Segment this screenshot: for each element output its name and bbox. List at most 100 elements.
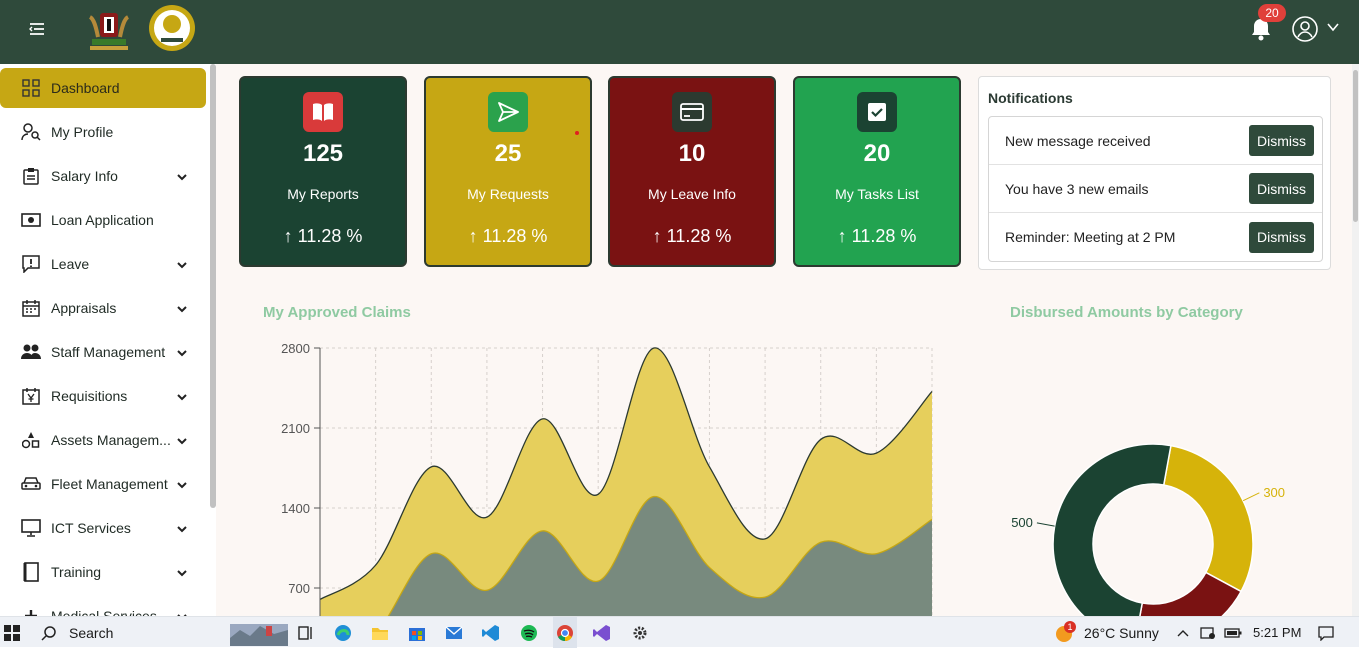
sidebar-item-appraisals[interactable]: Appraisals <box>0 288 206 328</box>
sidebar-item-requisitions[interactable]: Requisitions <box>0 376 206 416</box>
user-search-icon <box>21 122 41 142</box>
yen-calendar-icon <box>21 386 41 406</box>
notification-count-badge: 20 <box>1258 4 1286 22</box>
sidebar-item-label: Medical Services <box>51 608 157 616</box>
user-avatar-icon[interactable] <box>1292 16 1318 42</box>
task-view-icon[interactable] <box>296 617 316 648</box>
stat-card-value: 20 <box>863 140 891 167</box>
sidebar-item-my-profile[interactable]: My Profile <box>0 112 206 152</box>
donut-label-leader <box>1036 522 1055 527</box>
sidebar-item-staff-management[interactable]: Staff Management <box>0 332 206 372</box>
notification-item: You have 3 new emails Dismiss <box>989 165 1322 213</box>
sidebar-item-salary-info[interactable]: Salary Info <box>0 156 206 196</box>
sidebar-item-label: Loan Application <box>51 212 154 228</box>
stat-card-label: My Leave Info <box>648 186 736 202</box>
grid-icon <box>21 78 41 98</box>
chrome-icon[interactable] <box>553 617 577 648</box>
edge-browser-icon[interactable] <box>332 617 354 648</box>
search-highlight-image-icon[interactable] <box>230 617 288 648</box>
chevron-down-icon[interactable] <box>176 434 188 446</box>
stat-card-my-requests[interactable]: 25 My Requests ↑ 11.28 % <box>424 76 592 267</box>
donut-slice-300 <box>1162 444 1254 593</box>
send-icon <box>488 92 528 132</box>
mail-icon[interactable] <box>443 617 465 648</box>
notifications-list: New message received Dismiss You have 3 ne… <box>988 116 1323 262</box>
sidebar-toggle-icon[interactable] <box>28 22 46 38</box>
windows-start-icon[interactable] <box>0 617 24 648</box>
sidebar-item-label: Fleet Management <box>51 476 168 492</box>
settings-gear-icon[interactable] <box>629 617 651 648</box>
plus-icon <box>21 606 41 616</box>
sidebar-item-fleet-management[interactable]: Fleet Management <box>0 464 206 504</box>
chevron-down-icon[interactable] <box>176 566 188 578</box>
stat-card-my-reports[interactable]: 125 My Reports ↑ 11.28 % <box>239 76 407 267</box>
weather-text[interactable]: 26°C Sunny <box>1084 625 1159 641</box>
dismiss-button[interactable]: Dismiss <box>1249 173 1314 204</box>
notification-item: New message received Dismiss <box>989 117 1322 165</box>
spotify-icon[interactable] <box>518 617 540 648</box>
notification-text: You have 3 new emails <box>1005 180 1149 197</box>
chevron-down-icon[interactable] <box>176 302 188 314</box>
sidebar-item-assets-managem[interactable]: Assets Managem... <box>0 420 206 460</box>
sidebar: Dashboard My Profile Salary Info Loan Appli… <box>0 64 216 616</box>
sidebar-item-label: Leave <box>51 256 90 272</box>
calendar-icon <box>21 298 41 318</box>
sidebar-item-leave[interactable]: Leave <box>0 244 206 284</box>
stat-card-my-leave-info[interactable]: 10 My Leave Info ↑ 11.28 % <box>608 76 776 267</box>
stat-card-trend: ↑ 11.28 % <box>468 226 548 246</box>
search-icon[interactable] <box>38 617 60 648</box>
dismiss-button[interactable]: Dismiss <box>1249 221 1314 253</box>
weather-badge: 1 <box>1064 621 1076 633</box>
notification-text: New message received <box>1005 132 1151 149</box>
vscode-icon[interactable] <box>480 617 502 648</box>
notifications-title: Notifications <box>988 90 1073 106</box>
chevron-down-icon[interactable] <box>176 170 188 182</box>
users-icon <box>21 342 41 362</box>
notification-text: Reminder: Meeting at 2 PM <box>1005 229 1176 245</box>
top-navbar: 20 <box>0 0 1359 64</box>
page-scrollbar[interactable] <box>1352 64 1359 616</box>
credit-card-icon <box>672 92 712 132</box>
chevron-up-icon[interactable] <box>1176 617 1190 648</box>
file-explorer-icon[interactable] <box>369 617 391 648</box>
assets-icon <box>21 430 41 450</box>
chevron-down-icon[interactable] <box>176 522 188 534</box>
stat-card-trend: ↑ 11.28 % <box>837 226 917 246</box>
chevron-down-icon[interactable] <box>176 478 188 490</box>
sidebar-item-dashboard[interactable]: Dashboard <box>0 68 206 108</box>
stat-card-label: My Reports <box>287 186 359 202</box>
clipboard-icon <box>21 166 41 186</box>
y-tick-label: 1400 <box>281 501 310 516</box>
stat-card-value: 10 <box>678 140 706 167</box>
battery-icon[interactable] <box>1224 617 1242 648</box>
taskbar-search-label[interactable]: Search <box>69 625 113 641</box>
sidebar-item-training[interactable]: Training <box>0 552 206 592</box>
book-icon <box>21 562 41 582</box>
monitor-icon <box>21 518 41 538</box>
visual-studio-icon[interactable] <box>591 617 613 648</box>
y-tick-label: 2800 <box>281 341 310 356</box>
chevron-down-icon[interactable] <box>176 346 188 358</box>
sidebar-item-label: Salary Info <box>51 168 118 184</box>
stat-card-trend: ↑ 11.28 % <box>283 226 363 246</box>
microsoft-store-icon[interactable] <box>406 617 428 648</box>
approved-claims-chart-title: My Approved Claims <box>263 304 411 321</box>
book-open-icon <box>303 92 343 132</box>
page-scrollbar-thumb[interactable] <box>1353 70 1358 222</box>
stat-card-trend: ↑ 11.28 % <box>652 226 732 246</box>
dismiss-button[interactable]: Dismiss <box>1249 125 1314 156</box>
sidebar-item-loan-application[interactable]: Loan Application <box>0 200 206 240</box>
sidebar-item-ict-services[interactable]: ICT Services <box>0 508 206 548</box>
onedrive-sync-icon[interactable] <box>1199 617 1217 648</box>
stat-card-my-tasks-list[interactable]: 20 My Tasks List ↑ 11.28 % <box>793 76 961 267</box>
chevron-down-icon[interactable] <box>176 390 188 402</box>
chevron-down-icon[interactable] <box>176 258 188 270</box>
sidebar-item-label: Training <box>51 564 102 580</box>
action-center-icon[interactable] <box>1316 617 1336 648</box>
user-menu-chevron-down-icon[interactable] <box>1326 20 1340 32</box>
notifications-panel: Notifications New message received Dismis… <box>978 76 1331 270</box>
sidebar-item-medical-services[interactable]: Medical Services <box>0 596 206 616</box>
judiciary-logo <box>147 2 197 54</box>
sidebar-item-label: Assets Managem... <box>51 432 171 448</box>
clock-time[interactable]: 5:21 PM <box>1253 625 1301 640</box>
